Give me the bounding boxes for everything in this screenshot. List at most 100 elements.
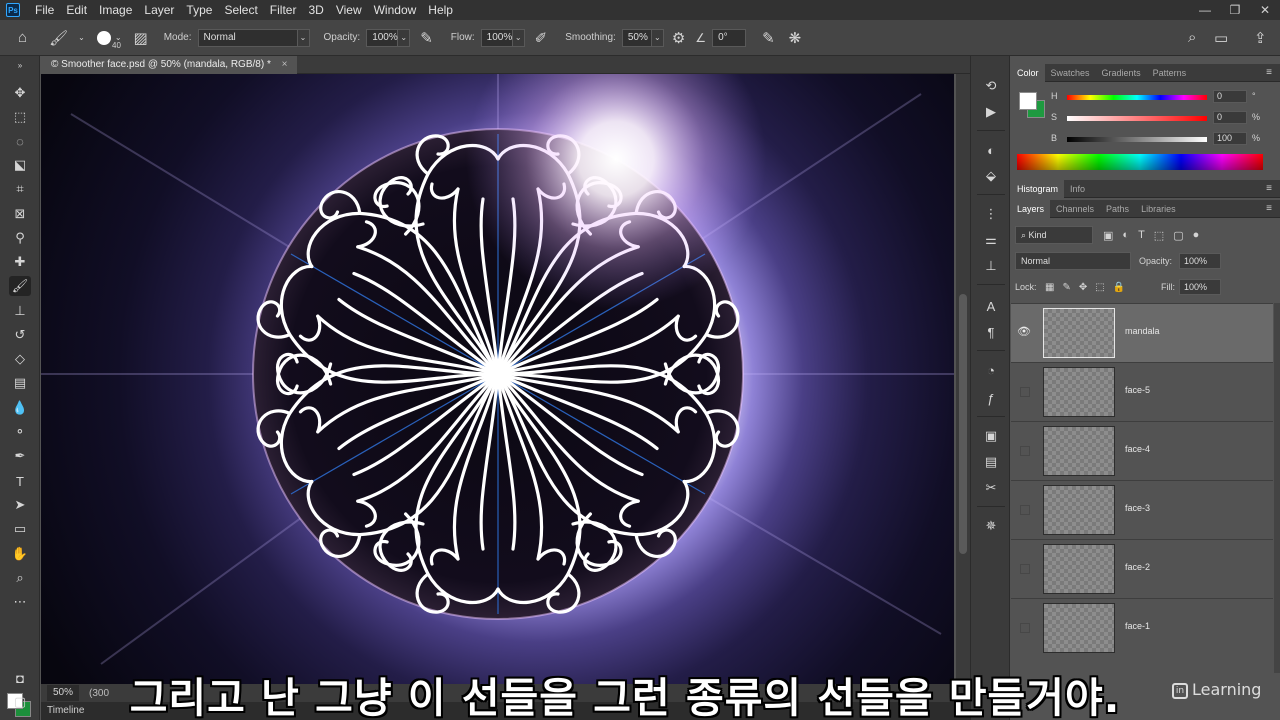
brush-tool-icon[interactable]: 🖌 <box>9 276 31 296</box>
hue-slider[interactable] <box>1067 95 1207 100</box>
shape-filter-icon[interactable]: ⬚ <box>1154 229 1164 242</box>
layer-row[interactable]: face-1 <box>1011 598 1273 657</box>
clone-stamp-tool-icon[interactable]: ⊥ <box>9 301 31 321</box>
color-spectrum[interactable] <box>1017 154 1263 170</box>
eyedropper-tool-icon[interactable]: ⚲ <box>9 228 31 248</box>
lock-position-icon[interactable]: ✥ <box>1079 282 1087 293</box>
gradient-tool-icon[interactable]: ▤ <box>9 373 31 393</box>
character-panel-icon[interactable]: A <box>981 296 1001 316</box>
scrollbar-thumb[interactable] <box>959 294 967 554</box>
chevron-down-icon[interactable]: ⌄ <box>297 28 310 47</box>
gear-icon[interactable]: ⚙ <box>672 29 685 47</box>
paragraph-panel-icon[interactable]: ¶ <box>981 322 1001 342</box>
lasso-tool-icon[interactable]: ◌ <box>9 131 31 151</box>
pressure-size-icon[interactable]: ✎ <box>762 29 775 47</box>
actions-panel-icon[interactable]: ▶ <box>981 102 1001 122</box>
visibility-toggle[interactable] <box>1020 387 1030 397</box>
clone-source-panel-icon[interactable]: ⊥ <box>981 256 1001 276</box>
minimize-button[interactable]: — <box>1190 0 1220 20</box>
close-icon[interactable]: × <box>282 59 288 70</box>
layer-row[interactable]: face-5 <box>1011 362 1273 421</box>
eraser-tool-icon[interactable]: ◇ <box>9 349 31 369</box>
crop-tool-icon[interactable]: ⌗ <box>9 179 31 199</box>
panel-menu-icon[interactable]: ≡ <box>1266 203 1272 214</box>
adjustments-panel-icon[interactable]: ◐ <box>981 140 1001 160</box>
pen-tool-icon[interactable]: ✒ <box>9 446 31 466</box>
opacity-input[interactable]: 100% <box>366 28 399 47</box>
layer-name[interactable]: face-4 <box>1125 444 1150 454</box>
chevron-down-icon[interactable]: ⌄ <box>398 28 411 47</box>
tab-paths[interactable]: Paths <box>1100 200 1135 218</box>
hue-value[interactable]: 0 <box>1213 90 1247 103</box>
saturation-value[interactable]: 0 <box>1213 111 1247 124</box>
type-tool-icon[interactable]: T <box>9 471 31 491</box>
foreground-color-swatch[interactable] <box>1019 92 1037 110</box>
tab-color[interactable]: Color <box>1011 63 1045 82</box>
menu-filter[interactable]: Filter <box>264 0 303 20</box>
brushes-panel-icon[interactable]: ⋮ <box>981 204 1001 224</box>
menu-3d[interactable]: 3D <box>302 0 329 20</box>
tab-swatches[interactable]: Swatches <box>1045 64 1096 82</box>
layer-name[interactable]: face-1 <box>1125 621 1150 631</box>
menu-layer[interactable]: Layer <box>138 0 180 20</box>
brightness-slider[interactable] <box>1067 137 1207 142</box>
layer-row[interactable]: face-4 <box>1011 421 1273 480</box>
menu-help[interactable]: Help <box>422 0 459 20</box>
layer-kind-filter[interactable]: ⌕ Kind <box>1015 226 1093 244</box>
navigator-panel-icon[interactable]: ▣ <box>981 426 1001 446</box>
saturation-slider[interactable] <box>1067 116 1207 121</box>
frame-tool-icon[interactable]: ⊠ <box>9 204 31 224</box>
lock-all-icon[interactable]: 🔒 <box>1113 282 1125 293</box>
zoom-tool-icon[interactable]: ⌕ <box>9 568 31 588</box>
marquee-tool-icon[interactable]: ⬚ <box>9 107 31 127</box>
layer-row[interactable]: face-3 <box>1011 480 1273 539</box>
object-selection-tool-icon[interactable]: ⬕ <box>9 155 31 175</box>
rectangle-tool-icon[interactable]: ▭ <box>9 519 31 539</box>
layer-fill-input[interactable]: 100% <box>1179 279 1221 295</box>
angle-input[interactable]: 0° <box>712 28 747 47</box>
blend-mode-select[interactable]: Normal <box>1015 252 1131 270</box>
layer-name[interactable]: face-2 <box>1125 562 1150 572</box>
tab-info[interactable]: Info <box>1064 180 1091 198</box>
menu-edit[interactable]: Edit <box>60 0 93 20</box>
path-selection-tool-icon[interactable]: ➤ <box>9 495 31 515</box>
layer-row[interactable]: face-2 <box>1011 539 1273 598</box>
styles-panel-icon[interactable]: ⬙ <box>981 166 1001 186</box>
airbrush-icon[interactable]: ✐ <box>535 29 548 47</box>
visibility-toggle[interactable] <box>1020 446 1030 456</box>
visibility-toggle[interactable] <box>1020 623 1030 633</box>
menu-file[interactable]: File <box>29 0 60 20</box>
chevron-down-icon[interactable]: ⌄ <box>78 33 85 42</box>
fx-panel-icon[interactable]: ƒ <box>981 388 1001 408</box>
tool-presets-panel-icon[interactable]: ✂ <box>981 478 1001 498</box>
more-tools-icon[interactable]: ⋯ <box>9 592 31 612</box>
symmetry-icon[interactable]: ❋ <box>789 29 802 47</box>
notes-panel-icon[interactable]: ▤ <box>981 452 1001 472</box>
chevron-down-icon[interactable]: ⌄ <box>651 28 664 47</box>
history-panel-icon[interactable]: ⟲ <box>981 76 1001 96</box>
visibility-toggle[interactable] <box>1020 505 1030 515</box>
eye-icon[interactable]: 👁 <box>1017 325 1031 339</box>
canvas-vertical-scrollbar[interactable] <box>956 74 970 684</box>
type-filter-icon[interactable]: T <box>1138 229 1145 242</box>
mode-select[interactable]: Normal <box>197 28 298 47</box>
tab-patterns[interactable]: Patterns <box>1147 64 1193 82</box>
share-icon[interactable]: ⇪ <box>1254 29 1267 47</box>
panel-collapse-icon[interactable]: » <box>9 60 31 70</box>
smart-object-filter-icon[interactable]: ▢ <box>1173 229 1183 242</box>
panel-menu-icon[interactable]: ≡ <box>1266 67 1272 78</box>
tab-histogram[interactable]: Histogram <box>1011 179 1065 198</box>
lock-artboard-icon[interactable]: ⬚ <box>1095 282 1104 293</box>
adjustment-filter-icon[interactable]: ◐ <box>1122 229 1129 242</box>
tab-libraries[interactable]: Libraries <box>1135 200 1182 218</box>
healing-brush-tool-icon[interactable]: ✚ <box>9 252 31 272</box>
layer-name[interactable]: face-5 <box>1125 385 1150 395</box>
brightness-value[interactable]: 100 <box>1213 132 1247 145</box>
properties-panel-icon[interactable]: ⚌ <box>981 230 1001 250</box>
brush-settings-icon[interactable]: ▨ <box>134 29 148 47</box>
visibility-toggle[interactable] <box>1020 564 1030 574</box>
move-tool-icon[interactable]: ✥ <box>9 83 31 103</box>
menu-window[interactable]: Window <box>368 0 423 20</box>
workspace-icon[interactable]: ▭ <box>1214 29 1228 47</box>
lock-transparency-icon[interactable]: ▦ <box>1045 282 1054 293</box>
